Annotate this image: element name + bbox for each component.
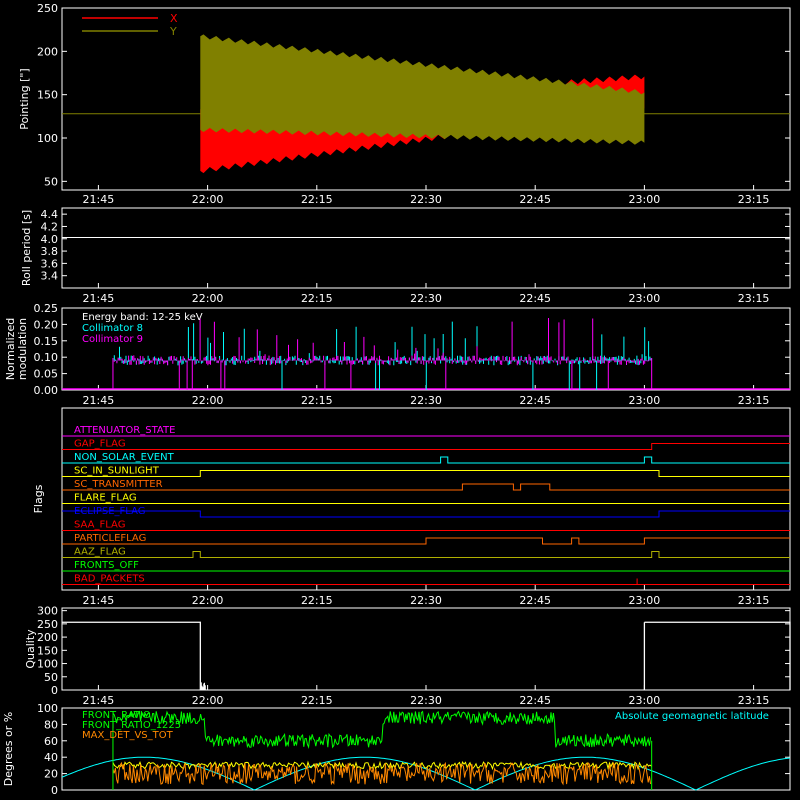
roll-xtick-label: 23:00: [629, 292, 661, 305]
roll-ytick-label: 3.6: [41, 257, 59, 270]
modulation-ytick-label: 0.10: [34, 351, 59, 364]
pointing-legend-label: Y: [169, 25, 177, 38]
pointing-ytick-label: 150: [37, 89, 58, 102]
pointing-xtick-label: 21:45: [83, 193, 115, 206]
pointing-ytick-label: 200: [37, 45, 58, 58]
geomag-legend-latitude: Absolute geomagnetic latitude: [615, 711, 769, 722]
pointing-xtick-label: 23:00: [629, 193, 661, 206]
pointing-xtick-label: 22:00: [192, 193, 224, 206]
roll-ytick-label: 4.2: [41, 220, 59, 233]
flag-label: PARTICLEFLAG: [74, 533, 146, 544]
geomag-legend: MAX_DET_VS_TOT: [82, 730, 174, 741]
flags-ylabel: Flags: [32, 484, 45, 513]
geomag-ytick-label: 20: [44, 768, 58, 781]
flags-xtick-label: 22:45: [519, 594, 551, 607]
geomag-ytick-label: 80: [44, 718, 58, 731]
quality-xtick-label: 23:15: [738, 694, 770, 707]
flags-xtick-label: 23:00: [629, 594, 661, 607]
pointing-xtick-label: 22:45: [519, 193, 551, 206]
geomag-ytick-label: 60: [44, 735, 58, 748]
flag-label: GAP_FLAG: [74, 439, 126, 450]
flag-label: FRONTS_OFF: [74, 560, 139, 571]
quality-xtick-label: 22:45: [519, 694, 551, 707]
modulation-xtick-label: 23:00: [629, 394, 661, 407]
quality-ylabel: Quality: [24, 629, 37, 669]
quality-ytick-label: 250: [37, 618, 58, 631]
roll-xtick-label: 22:30: [410, 292, 442, 305]
modulation-xtick-label: 22:45: [519, 394, 551, 407]
modulation-legend-2: Collimator 9: [82, 334, 143, 345]
roll-ytick-label: 4.4: [41, 208, 59, 221]
quality-xtick-label: 22:00: [192, 694, 224, 707]
roll-xtick-label: 22:00: [192, 292, 224, 305]
pointing-xtick-label: 22:15: [301, 193, 333, 206]
quality-ytick-label: 100: [37, 658, 58, 671]
roll-ylabel: Roll period [s]: [20, 210, 33, 286]
modulation-line2-ylabel: modulation: [16, 318, 29, 380]
modulation-legend-1: Collimator 8: [82, 323, 143, 334]
geomag-ytick-label: 100: [37, 702, 58, 715]
pointing-ytick-label: 250: [37, 2, 58, 15]
pointing-ytick-label: 100: [37, 132, 58, 145]
quality-ytick-label: 50: [44, 671, 58, 684]
geomag-ytick-label: 40: [44, 751, 58, 764]
flags-xtick-label: 22:30: [410, 594, 442, 607]
flags-xtick-label: 22:15: [301, 594, 333, 607]
modulation-xtick-label: 23:15: [738, 394, 770, 407]
geomag-ylabel: Degrees or %: [2, 712, 15, 786]
flag-label: AAZ_FLAG: [74, 547, 126, 558]
quality-ytick-label: 200: [37, 631, 58, 644]
pointing-xtick-label: 22:30: [410, 193, 442, 206]
modulation-ytick-label: 0.15: [34, 335, 59, 348]
modulation-ytick-label: 0.25: [34, 302, 59, 315]
roll-xtick-label: 22:15: [301, 292, 333, 305]
quality-xtick-label: 22:30: [410, 694, 442, 707]
modulation-ytick-label: 0.05: [34, 368, 59, 381]
quality-xtick-label: 23:00: [629, 694, 661, 707]
flag-label: SC_TRANSMITTER: [74, 479, 163, 490]
modulation-xtick-label: 22:00: [192, 394, 224, 407]
roll-xtick-label: 23:15: [738, 292, 770, 305]
flags-xtick-label: 23:15: [738, 594, 770, 607]
quality-ytick-label: 0: [51, 684, 58, 697]
modulation-ytick-label: 0.00: [34, 384, 59, 397]
modulation-legend-0: Energy band: 12-25 keV: [82, 312, 203, 323]
quality-xtick-label: 22:15: [301, 694, 333, 707]
roll-ytick-label: 4.0: [41, 233, 59, 246]
modulation-ytick-label: 0.20: [34, 318, 59, 331]
flag-label: SC_IN_SUNLIGHT: [74, 466, 160, 477]
quality-ytick-label: 150: [37, 644, 58, 657]
roll-xtick-label: 22:45: [519, 292, 551, 305]
pointing-ytick-label: 50: [44, 175, 58, 188]
quality-ytick-label: 300: [37, 605, 58, 618]
quality-xtick-label: 21:45: [83, 694, 115, 707]
flag-label: SAA_FLAG: [74, 520, 125, 531]
geomag-ytick-label: 0: [51, 784, 58, 797]
flags-xtick-label: 22:00: [192, 594, 224, 607]
figure: 25020015010050Pointing ["]21:45 22:00 22:1…: [0, 0, 800, 800]
roll-ytick-label: 3.4: [41, 270, 59, 283]
pointing-ylabel: Pointing ["]: [18, 68, 31, 129]
modulation-xtick-label: 22:15: [301, 394, 333, 407]
flag-label: FLARE_FLAG: [74, 493, 137, 504]
pointing-legend-label: X: [170, 12, 178, 25]
roll-ytick-label: 3.8: [41, 245, 59, 258]
modulation-xtick-label: 21:45: [83, 394, 115, 407]
flag-label: BAD_PACKETS: [74, 574, 145, 585]
flags-xtick-label: 21:45: [83, 594, 115, 607]
flag-label: ATTENUATOR_STATE: [74, 425, 175, 436]
flag-label: NON_SOLAR_EVENT: [74, 452, 175, 463]
pointing-xtick-label: 23:15: [738, 193, 770, 206]
roll-xtick-label: 21:45: [83, 292, 115, 305]
modulation-xtick-label: 22:30: [410, 394, 442, 407]
